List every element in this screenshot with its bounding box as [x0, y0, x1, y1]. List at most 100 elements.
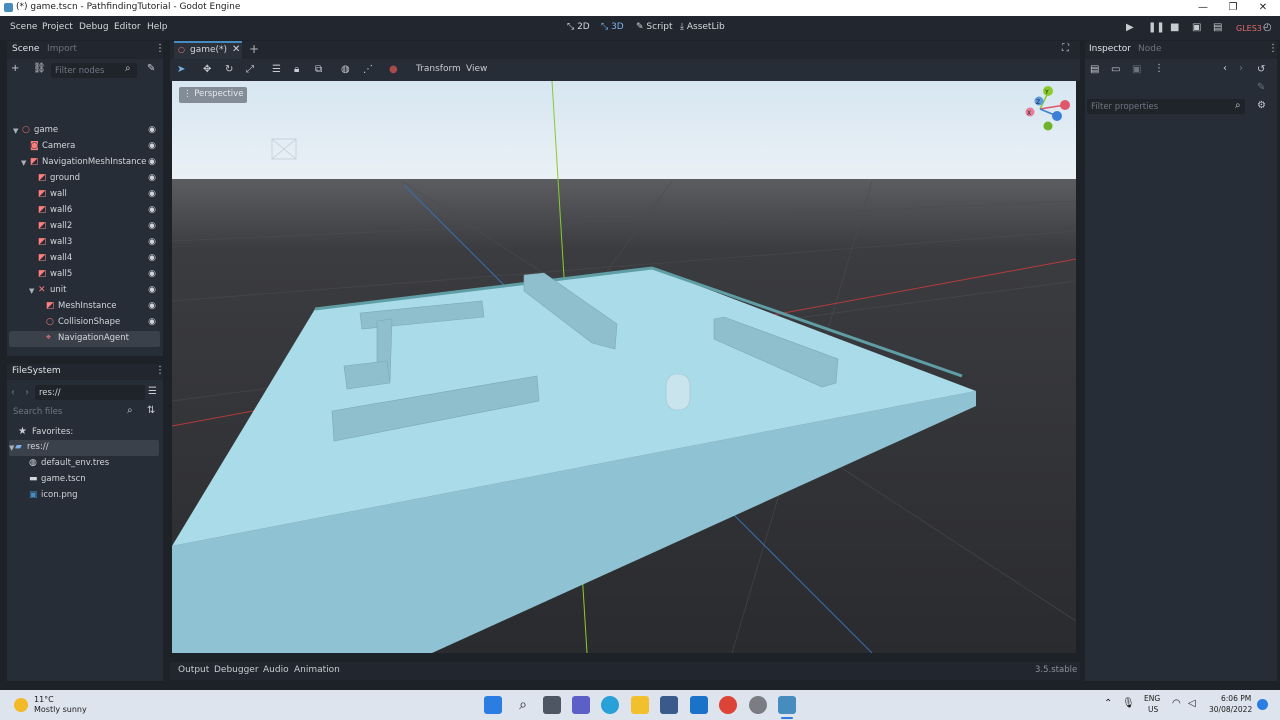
mode-3d-button[interactable]: ⤡ 3D	[601, 22, 624, 32]
tree-node[interactable]: ◩ wall5 ◉	[9, 267, 160, 283]
tab-animation[interactable]: Animation	[294, 665, 340, 675]
obs-icon[interactable]	[749, 696, 767, 714]
tab-inspector[interactable]: Inspector	[1089, 44, 1131, 54]
store-icon[interactable]	[660, 696, 678, 714]
rotate-mode-icon[interactable]: ↻	[225, 64, 233, 75]
scale-mode-icon[interactable]: ⤢	[246, 64, 254, 75]
close-tab-icon[interactable]: ✕	[232, 44, 240, 55]
task-view-icon[interactable]	[543, 696, 561, 714]
play-custom-icon[interactable]: ▤	[1213, 22, 1222, 33]
expand-arrow-icon[interactable]: ▼	[29, 287, 34, 295]
filter-properties-input[interactable]: Filter properties	[1087, 99, 1245, 114]
history-icon[interactable]: ↺	[1257, 64, 1265, 75]
settings-icon[interactable]: ⚙	[1257, 100, 1266, 111]
tree-node[interactable]: ◩ wall2 ◉	[9, 219, 160, 235]
expand-arrow-icon[interactable]: ▼	[9, 444, 14, 452]
stop-icon[interactable]: ■	[1170, 22, 1179, 33]
history-back-icon[interactable]: ‹	[1223, 63, 1227, 74]
transform-menu[interactable]: Transform	[416, 64, 461, 74]
visibility-eye-icon[interactable]: ◉	[148, 205, 156, 215]
tree-node[interactable]: ◩ wall4 ◉	[9, 251, 160, 267]
language-region[interactable]: US	[1148, 705, 1158, 714]
mode-script-button[interactable]: ✎ Script	[636, 22, 673, 32]
microphone-icon[interactable]: 🎙︎	[1122, 698, 1135, 709]
menu-project[interactable]: Project	[42, 22, 73, 32]
visibility-eye-icon[interactable]: ◉	[148, 141, 156, 151]
edge-icon[interactable]	[601, 696, 619, 714]
close-window-button[interactable]: ✕	[1248, 0, 1278, 16]
clock-time[interactable]: 6:06 PM	[1221, 694, 1251, 703]
tab-output[interactable]: Output	[178, 665, 209, 675]
weather-desc[interactable]: Mostly sunny	[34, 705, 87, 714]
visibility-eye-icon[interactable]: ◉	[148, 269, 156, 279]
tab-node[interactable]: Node	[1138, 44, 1162, 54]
local-space-icon[interactable]: ◍	[341, 64, 350, 75]
tree-node[interactable]: ◩ ground ◉	[9, 171, 160, 187]
file-item[interactable]: ▼ ▰ res://	[9, 440, 159, 456]
search-icon[interactable]: ⌕	[514, 696, 532, 714]
list-mode-icon[interactable]: ☰	[272, 64, 281, 75]
visibility-eye-icon[interactable]: ◉	[148, 285, 156, 295]
godot-taskbar-icon[interactable]	[778, 696, 796, 714]
lock-icon[interactable]: 🔒︎	[294, 64, 299, 75]
new-scene-tab-icon[interactable]: +	[249, 42, 259, 56]
tree-node[interactable]: ▼ ○ game ◉	[9, 123, 160, 139]
tree-node[interactable]: ⌖ NavigationAgent	[9, 331, 160, 347]
weather-temp[interactable]: 11°C	[34, 695, 54, 704]
renderer-label[interactable]: GLES3	[1236, 24, 1262, 33]
tree-node[interactable]: ◙ Camera ◉	[9, 139, 160, 155]
mode-2d-button[interactable]: ⤡ 2D	[567, 22, 590, 32]
sort-icon[interactable]: ⇅	[147, 405, 155, 416]
menu-help[interactable]: Help	[147, 22, 168, 32]
visibility-eye-icon[interactable]: ◉	[148, 189, 156, 199]
visibility-eye-icon[interactable]: ◉	[148, 125, 156, 135]
dock-menu-icon[interactable]: ⋮	[1268, 43, 1278, 54]
perspective-menu[interactable]: ⋮ Perspective	[179, 87, 248, 103]
search-files-input[interactable]: Search files	[9, 404, 141, 419]
snap-icon[interactable]: ⋰	[363, 64, 373, 75]
more-icon[interactable]: ⋮	[1154, 63, 1164, 74]
object-properties-icon[interactable]: ✎	[1257, 82, 1265, 93]
tree-node[interactable]: ○ CollisionShape ◉	[9, 315, 160, 331]
script-attach-icon[interactable]: ✎	[147, 63, 155, 74]
teams-chat-icon[interactable]	[572, 696, 590, 714]
tree-node[interactable]: ▼ ◩ NavigationMeshInstance ◉	[9, 155, 160, 171]
expand-arrow-icon[interactable]: ▼	[21, 159, 26, 167]
tree-node[interactable]: ▼ ✕ unit ◉	[9, 283, 160, 299]
volume-icon[interactable]: ◁	[1188, 698, 1196, 709]
tree-node[interactable]: ◩ wall3 ◉	[9, 235, 160, 251]
mode-assetlib-button[interactable]: ⤓ AssetLib	[680, 22, 725, 32]
file-item[interactable]: ▣ icon.png	[9, 488, 159, 504]
file-item[interactable]: ◍ default_env.tres	[9, 456, 159, 472]
expand-arrow-icon[interactable]: ▼	[13, 127, 18, 135]
scene-tab-game[interactable]: ○ game(*) ✕	[174, 41, 242, 59]
chrome-icon[interactable]	[719, 696, 737, 714]
dock-menu-icon[interactable]: ⋮	[155, 365, 165, 376]
tree-node[interactable]: ◩ wall6 ◉	[9, 203, 160, 219]
link-icon[interactable]: ⛓	[33, 63, 46, 74]
view-menu[interactable]: View	[466, 64, 487, 74]
tree-node[interactable]: ◩ wall ◉	[9, 187, 160, 203]
group-icon[interactable]: ⧉	[315, 64, 322, 75]
minimize-button[interactable]: —	[1188, 0, 1218, 16]
back-icon[interactable]: ‹	[11, 387, 15, 398]
forward-icon[interactable]: ›	[25, 387, 29, 398]
menu-editor[interactable]: Editor	[114, 22, 141, 32]
visibility-eye-icon[interactable]: ◉	[148, 253, 156, 263]
weather-sun-icon[interactable]	[14, 698, 28, 712]
path-field[interactable]: res://	[35, 385, 145, 400]
pause-icon[interactable]: ❚❚	[1148, 22, 1165, 33]
play-icon[interactable]: ▶	[1126, 22, 1134, 33]
new-resource-icon[interactable]: ▤	[1090, 64, 1099, 75]
tab-import[interactable]: Import	[47, 44, 77, 54]
menu-scene[interactable]: Scene	[10, 22, 37, 32]
file-explorer-icon[interactable]	[631, 696, 649, 714]
file-item[interactable]: ▬ game.tscn	[9, 472, 159, 488]
tab-debugger[interactable]: Debugger	[214, 665, 259, 675]
add-node-icon[interactable]: +	[11, 63, 19, 74]
visibility-eye-icon[interactable]: ◉	[148, 317, 156, 327]
split-view-icon[interactable]: ☰	[148, 386, 157, 397]
play-scene-icon[interactable]: ▣	[1192, 22, 1201, 33]
visibility-eye-icon[interactable]: ◉	[148, 221, 156, 231]
tab-scene[interactable]: Scene	[12, 44, 39, 54]
